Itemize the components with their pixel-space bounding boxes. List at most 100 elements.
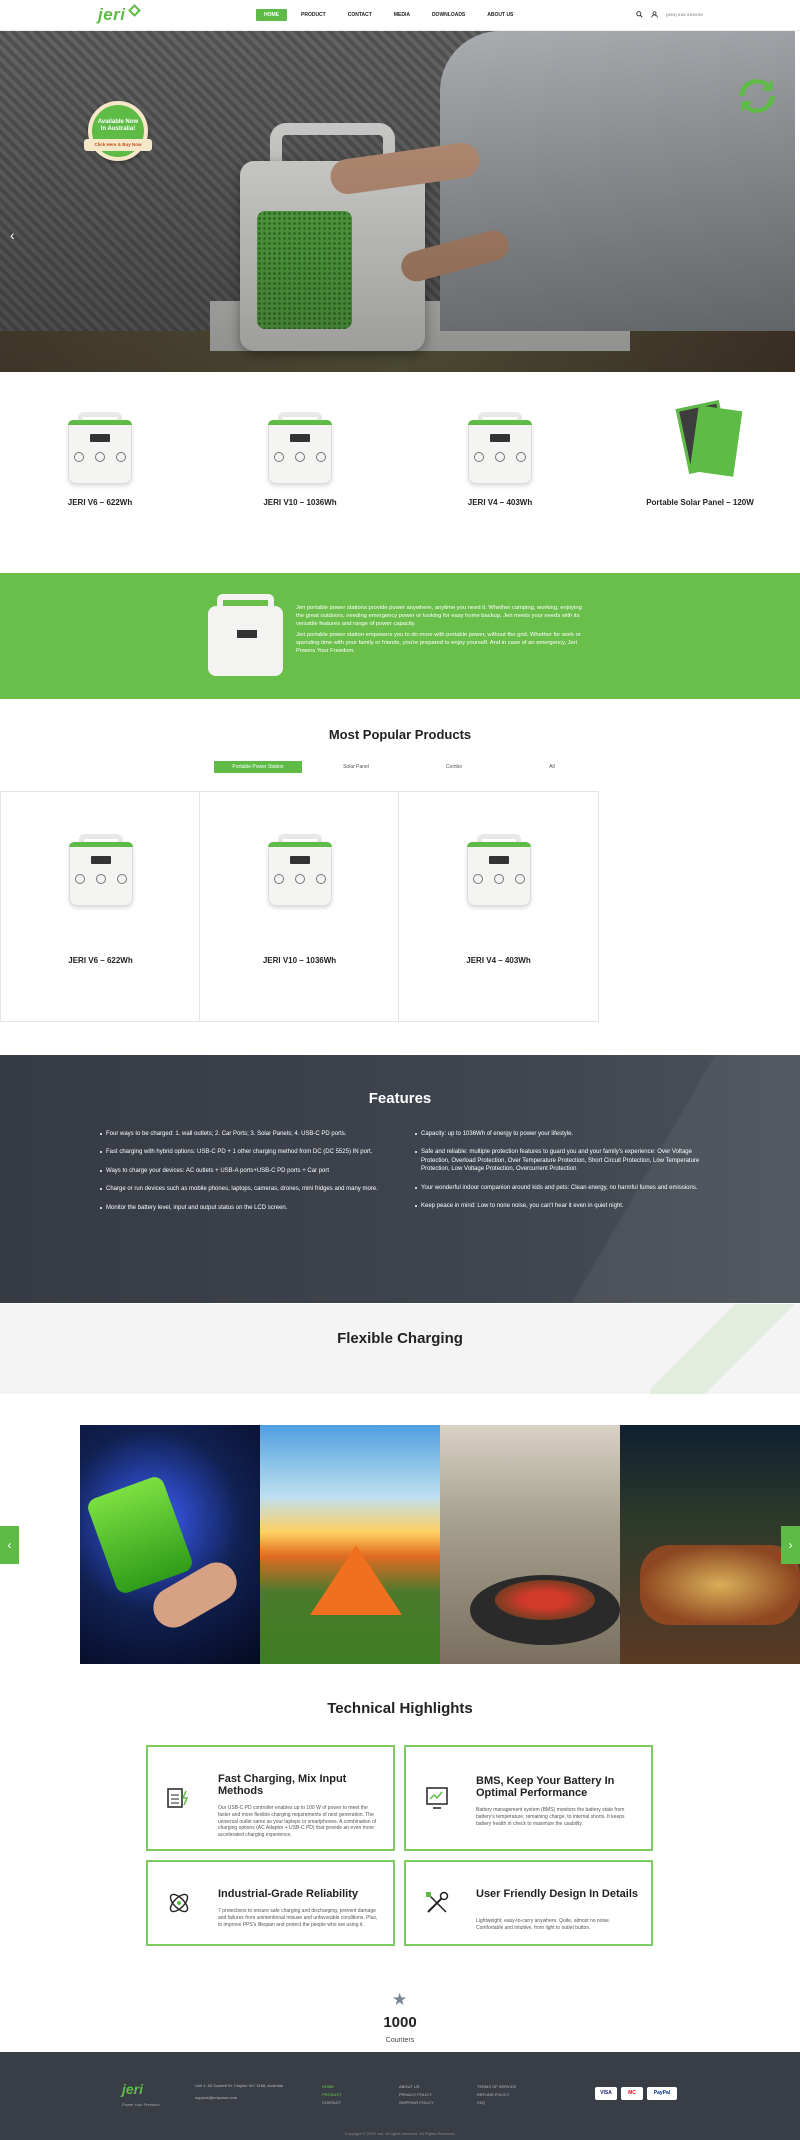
charging-icon xyxy=(167,1788,189,1808)
footer-link[interactable]: HOME xyxy=(322,2083,342,2091)
payment-methods: VISA MC PayPal xyxy=(595,2087,677,2100)
gallery-carousel[interactable] xyxy=(80,1425,800,1664)
nav-contact[interactable]: CONTACT xyxy=(340,9,380,21)
product-name[interactable]: JERI V6 – 622Wh xyxy=(1,956,200,965)
footer-link[interactable]: CONTACT xyxy=(322,2099,342,2107)
tab-combo[interactable]: Combo xyxy=(410,761,498,773)
feature-item: Your wonderful indoor companion around k… xyxy=(415,1184,715,1192)
power-station-image xyxy=(464,412,536,488)
visa-icon: VISA xyxy=(595,2087,617,2100)
badge-line-1: Available Now xyxy=(97,119,139,125)
flexible-title: Flexible Charging xyxy=(337,1330,463,1347)
footer-link[interactable]: SHIPPING POLICY xyxy=(399,2099,434,2107)
footer-logo[interactable]: jeri xyxy=(122,2081,143,2097)
hero-prev-arrow[interactable]: ‹ xyxy=(10,227,15,243)
power-station-image xyxy=(463,834,535,910)
product-card[interactable]: JERI V4 – 403Wh xyxy=(400,412,600,507)
nav-media[interactable]: MEDIA xyxy=(386,9,418,21)
footer-email[interactable]: support@jeripower.com xyxy=(195,2095,285,2101)
tech-card-title: BMS, Keep Your Battery In Optimal Perfor… xyxy=(476,1775,615,1800)
intro-product-image xyxy=(208,606,283,676)
intro-paragraph-2: Jeri portable power station empowers you… xyxy=(296,632,581,655)
badge-ribbon[interactable]: Click Here & Buy Now xyxy=(84,139,152,151)
tech-card-desc: 7 protections to ensure safe charging an… xyxy=(218,1908,378,1928)
features-list-left: Four ways to be charged: 1. wall outlets… xyxy=(100,1130,400,1222)
product-card[interactable]: JERI V6 – 622Wh xyxy=(0,412,200,507)
product-card: JERI V10 – 1036Wh xyxy=(200,834,399,965)
solar-panel-image xyxy=(664,398,743,488)
counter-label: Counters xyxy=(385,2037,415,2044)
product-card[interactable]: JERI V10 – 1036Wh xyxy=(200,412,400,507)
tech-card: Industrial-Grade Reliability 7 protectio… xyxy=(146,1860,395,1946)
tech-title: Technical Highlights xyxy=(327,1700,473,1717)
tech-card: BMS, Keep Your Battery In Optimal Perfor… xyxy=(404,1745,653,1851)
footer-link[interactable]: FAQ xyxy=(477,2099,516,2107)
refresh-icon[interactable] xyxy=(736,75,778,117)
gallery-next-button[interactable]: › xyxy=(781,1526,800,1564)
tech-card: Fast Charging, Mix Input Methods Our USB… xyxy=(146,1745,395,1851)
footer-link[interactable]: PRIVACY POLICY xyxy=(399,2091,434,2099)
product-name[interactable]: JERI V4 – 403Wh xyxy=(399,956,598,965)
tools-icon xyxy=(426,1891,449,1913)
product-card: JERI V4 – 403Wh xyxy=(399,834,598,965)
account-icon[interactable] xyxy=(651,11,658,18)
gallery-image-party xyxy=(620,1425,800,1664)
tech-card-title: User Friendly Design In Details xyxy=(476,1888,638,1900)
popular-item[interactable]: JERI V4 – 403Wh xyxy=(399,792,598,1021)
tab-all[interactable]: All xyxy=(508,761,596,773)
feature-item: Four ways to be charged: 1. wall outlets… xyxy=(100,1130,400,1138)
product-name[interactable]: JERI V10 – 1036Wh xyxy=(200,956,399,965)
feature-item: Fast charging with hybrid options: USB-C… xyxy=(100,1148,400,1156)
feature-item: Charge or run devices such as mobile pho… xyxy=(100,1185,400,1193)
features-title: Features xyxy=(368,1090,432,1107)
paypal-icon: PayPal xyxy=(647,2087,677,2100)
gallery-prev-button[interactable]: ‹ xyxy=(0,1526,19,1564)
mastercard-icon: MC xyxy=(621,2087,643,2100)
popular-tabs: Portable Power Station Solar Panel Combo… xyxy=(214,761,596,773)
nav-about-us[interactable]: ABOUT US xyxy=(479,9,521,21)
star-icon: ★ xyxy=(392,1990,408,2009)
nav-product[interactable]: PRODUCT xyxy=(293,9,334,21)
popular-grid: JERI V6 – 622Wh JERI V10 – 1036Wh JERI V… xyxy=(0,791,599,1022)
main-nav: HOME PRODUCT CONTACT MEDIA DOWNLOADS ABO… xyxy=(256,9,521,21)
footer-link[interactable]: PRODUCT xyxy=(322,2091,342,2099)
search-icon[interactable] xyxy=(636,11,643,18)
popular-item[interactable]: JERI V6 – 622Wh xyxy=(1,792,200,1021)
footer-address: Unit 1, 63 Scarlett St, Clayton VIC 3168… xyxy=(195,2083,283,2088)
nav-home[interactable]: HOME xyxy=(256,9,287,21)
tech-card-title: Industrial-Grade Reliability xyxy=(218,1888,358,1900)
product-row: JERI V6 – 622Wh JERI V10 – 1036Wh JERI V… xyxy=(0,372,800,572)
hero-overlay xyxy=(0,31,795,372)
footer-link[interactable]: ABOUT US xyxy=(399,2083,434,2091)
feature-item: Ways to charge your devices: AC outlets … xyxy=(100,1167,400,1175)
flexible-decoration xyxy=(650,1304,800,1394)
tab-solar-panel[interactable]: Solar Panel xyxy=(312,761,400,773)
popular-item[interactable]: JERI V10 – 1036Wh xyxy=(200,792,399,1021)
product-name[interactable]: JERI V6 – 622Wh xyxy=(0,498,200,507)
footer-menu-1: HOME PRODUCT CONTACT xyxy=(322,2083,342,2107)
product-card[interactable]: Portable Solar Panel – 120W xyxy=(600,398,800,507)
hero-slider[interactable]: Available Now In Australia! Click Here &… xyxy=(0,31,795,372)
footer-link[interactable]: TERMS OF SERVICE xyxy=(477,2083,516,2091)
tab-portable-power-station[interactable]: Portable Power Station xyxy=(214,761,302,773)
nav-downloads[interactable]: DOWNLOADS xyxy=(424,9,473,21)
tech-card-desc: Battery management system (BMS) monitors… xyxy=(476,1807,625,1827)
footer-slogan: Power Your Freedom xyxy=(122,2102,160,2107)
feature-item: Capacity: up to 1036Wh of energy to powe… xyxy=(415,1130,715,1138)
footer-contact: Unit 1, 63 Scarlett St, Clayton VIC 3168… xyxy=(195,2083,285,2101)
power-station-image xyxy=(264,412,336,488)
intro-text: Jeri portable power stations provide pow… xyxy=(296,605,591,660)
footer-link[interactable]: REFUND POLICY xyxy=(477,2091,516,2099)
site-logo[interactable]: jeri xyxy=(98,5,126,25)
footer-menu-2: ABOUT US PRIVACY POLICY SHIPPING POLICY xyxy=(399,2083,434,2107)
header-icons: (XXX) XXX XXXXXX xyxy=(636,11,703,18)
header-phone[interactable]: (XXX) XXX XXXXXX xyxy=(666,12,703,17)
product-name[interactable]: JERI V10 – 1036Wh xyxy=(200,498,400,507)
available-badge[interactable]: Available Now In Australia! xyxy=(88,101,148,161)
gallery-image-energy xyxy=(80,1425,260,1664)
monitor-icon xyxy=(426,1787,448,1809)
copyright: Copyright © 2023 Jeri. All rights reserv… xyxy=(344,2131,456,2136)
product-name[interactable]: Portable Solar Panel – 120W xyxy=(600,498,800,507)
power-station-image xyxy=(264,834,336,910)
product-name[interactable]: JERI V4 – 403Wh xyxy=(400,498,600,507)
